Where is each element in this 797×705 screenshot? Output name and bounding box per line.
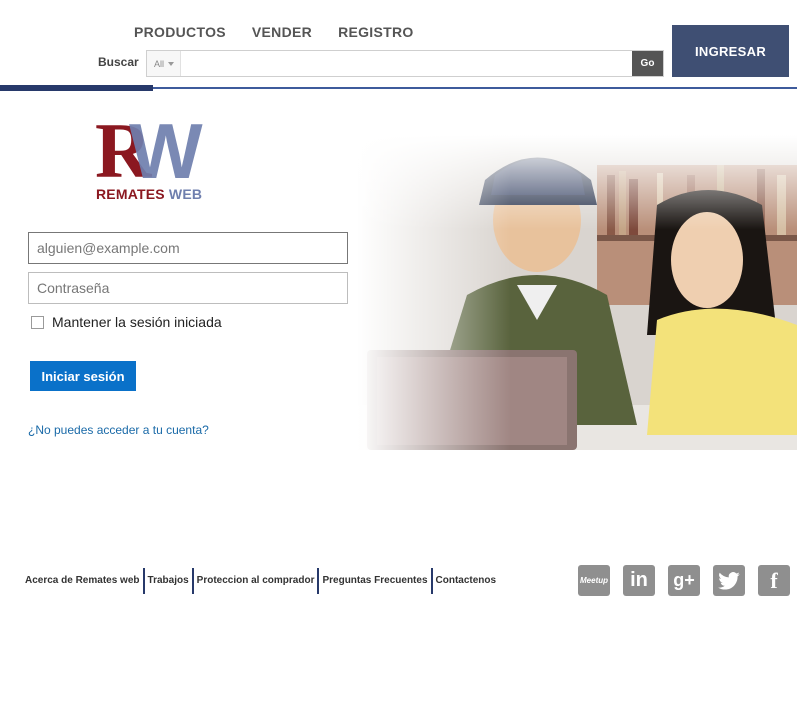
nav-productos[interactable]: PRODUCTOS <box>134 24 226 40</box>
email-field[interactable] <box>28 232 348 264</box>
top-nav: PRODUCTOS VENDER REGISTRO <box>134 24 414 40</box>
search-go-button[interactable]: Go <box>632 51 663 76</box>
footer-links: Acerca de Remates web Trabajos Proteccio… <box>25 568 499 594</box>
social-icons: Meetup in g+ f <box>578 565 790 596</box>
chevron-down-icon <box>168 61 175 66</box>
remember-me-checkbox[interactable] <box>31 315 44 329</box>
linkedin-icon[interactable]: in <box>623 565 655 596</box>
logo-wordmark-web: WEB <box>164 186 203 202</box>
signin-button[interactable]: Iniciar sesión <box>30 361 136 391</box>
logo-wordmark: REMATES WEB <box>96 186 202 202</box>
remember-me-label: Mantener la sesión iniciada <box>52 314 222 330</box>
hero-photo <box>357 135 797 450</box>
facebook-icon[interactable]: f <box>758 565 790 596</box>
remember-me: Mantener la sesión iniciada <box>31 314 222 330</box>
twitter-bird-glyph <box>718 571 740 590</box>
logo-wordmark-remates: REMATES <box>96 186 165 202</box>
footer-link-acerca[interactable]: Acerca de Remates web <box>25 568 143 594</box>
search-category-value: All <box>154 58 165 69</box>
search-category-select[interactable]: All <box>147 51 181 76</box>
twitter-icon[interactable] <box>713 565 745 596</box>
password-field[interactable] <box>28 272 348 304</box>
footer-link-trabajos[interactable]: Trabajos <box>145 568 192 594</box>
nav-vender[interactable]: VENDER <box>252 24 312 40</box>
search-input[interactable] <box>181 51 632 76</box>
google-plus-icon[interactable]: g+ <box>668 565 700 596</box>
meetup-icon[interactable]: Meetup <box>578 565 610 596</box>
logo-letter-w: W <box>129 107 203 195</box>
header-divider-accent <box>0 85 153 91</box>
search-label: Buscar <box>98 55 139 69</box>
search-bar: All Go <box>146 50 664 77</box>
forgot-account-link[interactable]: ¿No puedes acceder a tu cuenta? <box>28 423 209 437</box>
footer-link-preguntas[interactable]: Preguntas Frecuentes <box>319 568 430 594</box>
header-divider <box>153 87 797 89</box>
nav-registro[interactable]: REGISTRO <box>338 24 414 40</box>
ingresar-button[interactable]: INGRESAR <box>672 25 789 77</box>
remates-web-logo: R W REMATES WEB <box>95 107 231 204</box>
footer-link-contactenos[interactable]: Contactenos <box>433 568 500 594</box>
footer-link-proteccion[interactable]: Proteccion al comprador <box>194 568 318 594</box>
